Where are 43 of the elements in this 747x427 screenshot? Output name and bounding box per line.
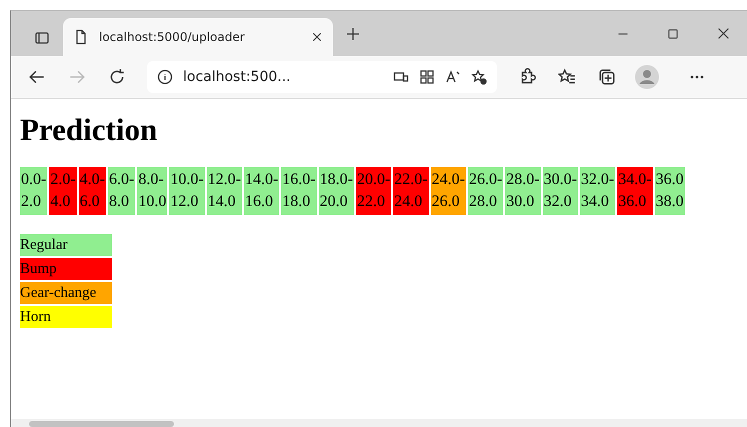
profile-avatar[interactable]	[635, 65, 659, 89]
collections-icon[interactable]	[598, 68, 616, 86]
address-bar[interactable]: localhost:500...	[147, 61, 497, 93]
maximize-icon[interactable]	[667, 28, 679, 40]
page-heading: Prediction	[20, 112, 158, 148]
segment-cell: 2.0- 4.0	[49, 167, 77, 215]
legend-item: Bump	[20, 258, 112, 280]
close-icon[interactable]	[311, 31, 323, 43]
segment-cell: 28.0- 30.0	[505, 167, 541, 215]
segment-cell: 32.0- 34.0	[580, 167, 616, 215]
horizontal-scrollbar[interactable]	[11, 419, 747, 427]
segment-cell: 34.0- 36.0	[617, 167, 653, 215]
segment-cell: 8.0- 10.0	[137, 167, 168, 215]
segment-cell: 12.0- 14.0	[206, 167, 242, 215]
segment-cell: 20.0- 22.0	[356, 167, 392, 215]
segment-cell: 14.0- 16.0	[244, 167, 280, 215]
info-icon	[157, 69, 173, 85]
reload-icon[interactable]	[108, 68, 126, 86]
segment-cell: 6.0- 8.0	[108, 167, 136, 215]
segment-cell: 26.0- 28.0	[468, 167, 504, 215]
segment-cell: 0.0- 2.0	[20, 167, 48, 215]
segment-cell: 30.0- 32.0	[542, 167, 578, 215]
legend-item: Gear-change	[20, 282, 112, 304]
qr-code-icon[interactable]	[419, 69, 435, 85]
favorites-icon[interactable]	[558, 68, 576, 86]
back-icon[interactable]	[28, 68, 46, 86]
segment-cell: 16.0- 18.0	[281, 167, 317, 215]
new-tab-icon[interactable]	[345, 26, 361, 42]
segment-cell: 24.0- 26.0	[430, 167, 466, 215]
legend-item: Horn	[20, 306, 112, 328]
browser-tab[interactable]: localhost:5000/uploader	[63, 18, 333, 56]
tab-title: localhost:5000/uploader	[99, 30, 246, 44]
tab-actions-icon[interactable]	[34, 30, 50, 46]
close-icon[interactable]	[716, 27, 730, 40]
segment-cell: 36.0 38.0	[654, 167, 685, 215]
read-aloud-icon[interactable]	[445, 69, 461, 85]
add-favorite-icon[interactable]	[471, 69, 487, 85]
more-icon[interactable]	[690, 75, 704, 79]
segment-cell: 18.0- 20.0	[318, 167, 354, 215]
segment-cell: 10.0- 12.0	[169, 167, 205, 215]
segment-cell: 4.0- 6.0	[78, 167, 106, 215]
legend-item: Regular	[20, 234, 112, 256]
segment-cell: 22.0- 24.0	[393, 167, 429, 215]
